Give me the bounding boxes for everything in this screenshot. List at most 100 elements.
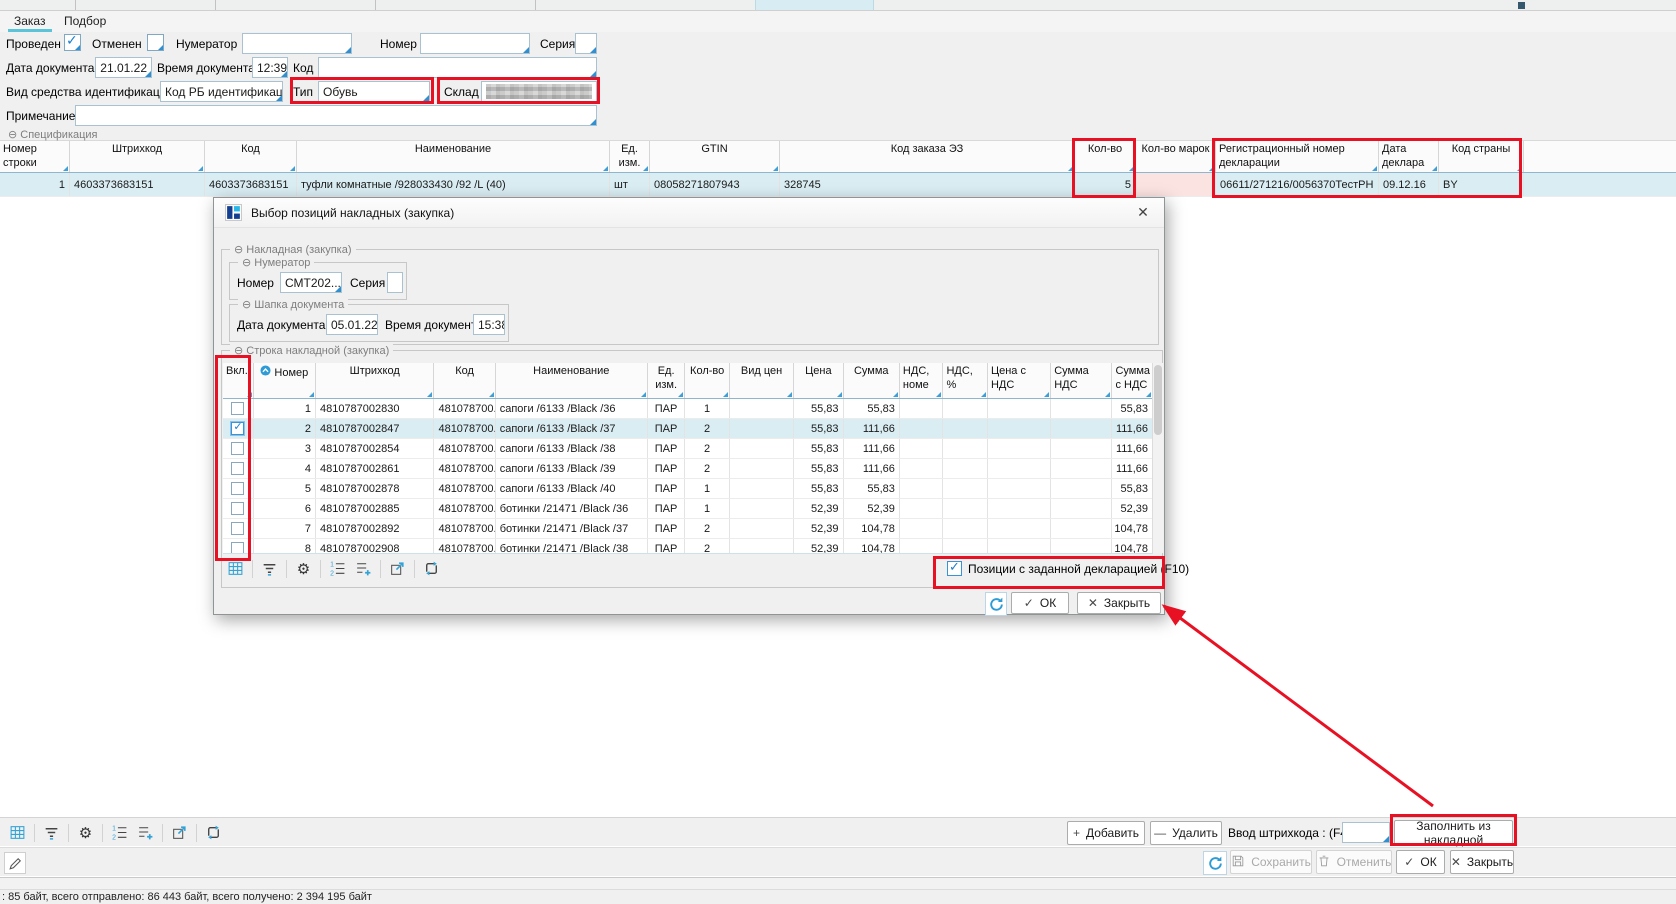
spec-cell[interactable]: 08058271807943	[650, 173, 780, 196]
dialog-close-button[interactable]: ✕Закрыть	[1077, 592, 1161, 614]
spec-column-header[interactable]: GTIN	[650, 141, 780, 172]
dialog-table-cell[interactable]	[1051, 499, 1112, 518]
dialog-table-cell[interactable]: 481078700...	[434, 519, 495, 538]
spec-cell[interactable]: шт	[610, 173, 650, 196]
dialog-table-cell[interactable]: 2	[685, 419, 730, 438]
dialog-table-cell[interactable]	[988, 419, 1051, 438]
dialog-table-cell[interactable]	[988, 499, 1051, 518]
dialog-table-cell[interactable]: 104,78	[844, 539, 900, 554]
dialog-table-cell[interactable]: ПАР	[648, 459, 686, 478]
dialog-column-header[interactable]: Цена	[794, 363, 843, 398]
dialog-data-input[interactable]: 05.01.22	[326, 314, 378, 335]
dialog-table-cell[interactable]: 4810787002830	[316, 399, 434, 418]
dialog-vremya-input[interactable]: 15:38	[473, 314, 505, 335]
dialog-table-cell[interactable]	[943, 439, 988, 458]
dialog-table-cell[interactable]: ПАР	[648, 539, 686, 554]
dialog-table-cell[interactable]: ботинки /21471 /Black /36	[496, 499, 648, 518]
dialog-table-cell[interactable]	[730, 459, 794, 478]
dialog-table-cell[interactable]: 2	[685, 459, 730, 478]
dialog-table-cell[interactable]: 4810787002861	[316, 459, 434, 478]
dialog-table-cell[interactable]	[900, 459, 944, 478]
dialog-titlebar[interactable]: Выбор позиций накладных (закупка) ✕	[214, 198, 1164, 228]
spec-cell[interactable]	[1136, 173, 1216, 196]
dialog-table-cell[interactable]: 52,39	[794, 519, 843, 538]
vid-sredstva-input[interactable]: Код РБ идентификац...	[160, 81, 283, 102]
refresh-icon[interactable]	[1203, 851, 1227, 875]
dialog-table-cell[interactable]: сапоги /6133 /Black /39	[496, 459, 648, 478]
dialog-table-cell[interactable]: 55,83	[1112, 479, 1153, 498]
dialog-table-row[interactable]: 74810787002892481078700...ботинки /21471…	[223, 519, 1153, 539]
dialog-table-cell[interactable]	[1051, 419, 1112, 438]
dialog-column-header[interactable]: Сумма	[844, 363, 900, 398]
dialog-table-cell[interactable]: 55,83	[794, 439, 843, 458]
add-to-list-icon[interactable]	[136, 823, 155, 842]
spec-cell[interactable]: 328745	[780, 173, 1075, 196]
refresh-icon[interactable]	[985, 592, 1007, 616]
include-row-checkbox[interactable]	[231, 502, 244, 515]
dialog-table-row[interactable]: 14810787002830481078700...сапоги /6133 /…	[223, 399, 1153, 419]
dialog-table-cell[interactable]: ПАР	[648, 399, 686, 418]
filter-icon[interactable]	[260, 559, 279, 578]
dialog-table-cell[interactable]	[900, 479, 944, 498]
reload-icon[interactable]	[422, 559, 441, 578]
dialog-table-cell[interactable]	[943, 399, 988, 418]
dialog-table-cell[interactable]	[900, 419, 944, 438]
dialog-column-header[interactable]: Наименование	[496, 363, 648, 398]
reload-icon[interactable]	[204, 823, 223, 842]
positions-declaration-checkbox[interactable]: ✓	[947, 561, 962, 576]
dialog-table-row[interactable]: 84810787002908481078700...ботинки /21471…	[223, 539, 1153, 554]
spec-column-header[interactable]: Номер строки	[0, 141, 70, 172]
dialog-table-cell[interactable]	[1051, 459, 1112, 478]
dialog-table-cell[interactable]	[988, 399, 1051, 418]
dialog-table-cell[interactable]	[1051, 399, 1112, 418]
dialog-table-cell[interactable]: 3	[254, 439, 316, 458]
nomer-input[interactable]	[420, 33, 530, 54]
cancel-button[interactable]: Отменить	[1316, 850, 1392, 874]
settings-icon[interactable]: ⚙	[294, 559, 313, 578]
dialog-table-cell[interactable]: 2	[685, 539, 730, 554]
dialog-table-row[interactable]: 64810787002885481078700...ботинки /21471…	[223, 499, 1153, 519]
dialog-table-cell[interactable]: 4810787002878	[316, 479, 434, 498]
dialog-table-cell[interactable]: 111,66	[844, 439, 900, 458]
include-row-checkbox[interactable]: ✓	[231, 422, 244, 435]
dialog-table-cell[interactable]: ПАР	[648, 519, 686, 538]
dialog-table-cell[interactable]	[730, 539, 794, 554]
dialog-table-cell[interactable]: сапоги /6133 /Black /37	[496, 419, 648, 438]
spec-cell[interactable]: 5	[1075, 173, 1136, 196]
dialog-table-cell[interactable]	[988, 519, 1051, 538]
dialog-table-cell[interactable]	[943, 539, 988, 554]
table-grid-icon[interactable]	[226, 559, 245, 578]
active-window-tab[interactable]	[755, 0, 874, 10]
dialog-column-header[interactable]: Код	[434, 363, 495, 398]
dialog-table-cell[interactable]: ботинки /21471 /Black /37	[496, 519, 648, 538]
dialog-table-cell[interactable]	[988, 439, 1051, 458]
dialog-table-cell[interactable]: сапоги /6133 /Black /36	[496, 399, 648, 418]
add-to-list-icon[interactable]	[354, 559, 373, 578]
dialog-table-cell[interactable]: 52,39	[844, 499, 900, 518]
dialog-table-cell[interactable]: 1	[254, 399, 316, 418]
dialog-table-cell[interactable]: 7	[254, 519, 316, 538]
kod-input[interactable]	[318, 57, 597, 78]
dialog-table-cell[interactable]: 8	[254, 539, 316, 554]
fill-from-invoice-button[interactable]: Заполнить из накладной	[1394, 820, 1513, 845]
numbered-list-icon[interactable]: 12	[110, 823, 129, 842]
primechanie-input[interactable]	[75, 105, 597, 126]
spec-column-header[interactable]: Дата деклара	[1379, 141, 1439, 172]
dialog-table-cell[interactable]: 481078700...	[434, 419, 495, 438]
dialog-table-cell[interactable]: 481078700...	[434, 459, 495, 478]
dialog-table-cell[interactable]: 4810787002854	[316, 439, 434, 458]
dialog-table-cell[interactable]	[730, 479, 794, 498]
dialog-table-cell[interactable]: ПАР	[648, 439, 686, 458]
dialog-table-cell[interactable]: сапоги /6133 /Black /40	[496, 479, 648, 498]
dialog-table-cell[interactable]: 55,83	[844, 479, 900, 498]
close-icon[interactable]: ✕	[1132, 204, 1154, 221]
dialog-table-cell[interactable]: 481078700...	[434, 539, 495, 554]
spec-column-header[interactable]: Код заказа ЭЗ	[780, 141, 1075, 172]
dialog-seria-input[interactable]	[387, 272, 403, 293]
spec-column-header[interactable]: Код	[205, 141, 297, 172]
spec-column-header[interactable]: Регистрационный номер декларации	[1216, 141, 1379, 172]
dialog-table-cell[interactable]: 55,83	[1112, 399, 1153, 418]
dialog-table-cell[interactable]: 481078700...	[434, 439, 495, 458]
dialog-table-cell[interactable]	[943, 419, 988, 438]
dialog-column-header[interactable]: Цена с НДС	[988, 363, 1051, 398]
